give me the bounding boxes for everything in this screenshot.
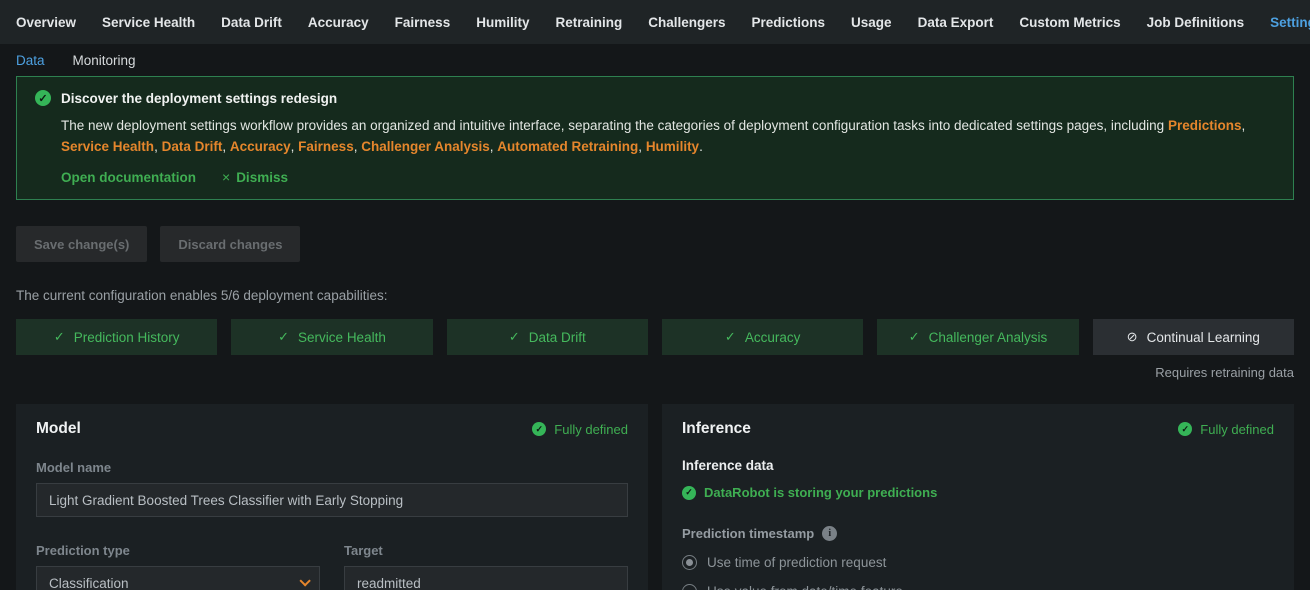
capability-chip-challenger-analysis: ✓ Challenger Analysis (877, 319, 1078, 355)
banner-link-service-health[interactable]: Service Health (61, 139, 154, 154)
model-status-badge: ✓ Fully defined (532, 422, 628, 437)
inference-card-title: Inference (682, 420, 751, 438)
inference-data-label: Inference data (682, 458, 1274, 473)
check-circle-icon: ✓ (532, 422, 546, 436)
storing-predictions-status: ✓ DataRobot is storing your predictions (682, 485, 937, 500)
inference-status-badge: ✓ Fully defined (1178, 422, 1274, 437)
prediction-type-value: Classification (49, 576, 129, 590)
tab-service-health[interactable]: Service Health (102, 15, 195, 30)
banner-link-data-drift[interactable]: Data Drift (162, 139, 223, 154)
model-name-input[interactable]: Light Gradient Boosted Trees Classifier … (36, 483, 628, 517)
target-label: Target (344, 543, 628, 558)
banner-link-fairness[interactable]: Fairness (298, 139, 354, 154)
check-circle-icon: ✓ (35, 90, 51, 106)
banner-actions: Open documentation × Dismiss (61, 169, 1275, 185)
open-documentation-link[interactable]: Open documentation (61, 170, 196, 185)
storing-predictions-label: DataRobot is storing your predictions (704, 485, 937, 500)
check-icon: ✓ (278, 329, 289, 345)
capability-chip-service-health: ✓ Service Health (231, 319, 432, 355)
prediction-type-label: Prediction type (36, 543, 320, 558)
radio-option-datetime-feature-label: Use value from date/time feature (707, 584, 903, 590)
tab-predictions[interactable]: Predictions (752, 15, 826, 30)
tab-data-export[interactable]: Data Export (918, 15, 994, 30)
dismiss-label: Dismiss (236, 170, 288, 185)
radio-unselected-icon[interactable] (682, 584, 697, 590)
prediction-timestamp-label: Prediction timestamp (682, 526, 814, 541)
check-icon: ✓ (909, 329, 920, 345)
model-card-title: Model (36, 420, 81, 438)
banner-link-challenger-analysis[interactable]: Challenger Analysis (361, 139, 490, 154)
model-status-label: Fully defined (554, 422, 628, 437)
capability-chip-accuracy: ✓ Accuracy (662, 319, 863, 355)
check-icon: ✓ (725, 329, 736, 345)
radio-option-datetime-feature[interactable]: Use value from date/time feature (682, 584, 1274, 590)
info-icon[interactable]: i (822, 526, 837, 541)
capability-chip-label: Continual Learning (1147, 330, 1260, 345)
banner-link-predictions[interactable]: Predictions (1168, 118, 1242, 133)
check-circle-icon: ✓ (1178, 422, 1192, 436)
action-buttons: Save change(s) Discard changes (16, 226, 1294, 262)
model-card: Model ✓ Fully defined Model name Light G… (16, 404, 648, 590)
subnav-tab-data[interactable]: Data (16, 53, 45, 68)
retraining-note: Requires retraining data (16, 365, 1294, 380)
capabilities-intro: The current configuration enables 5/6 de… (16, 288, 1294, 303)
tab-custom-metrics[interactable]: Custom Metrics (1019, 15, 1120, 30)
tab-fairness[interactable]: Fairness (395, 15, 451, 30)
banner-body: The new deployment settings workflow pro… (61, 115, 1271, 157)
model-name-label: Model name (36, 460, 628, 475)
settings-cards: Model ✓ Fully defined Model name Light G… (16, 404, 1294, 590)
radio-option-request-time[interactable]: Use time of prediction request (682, 555, 1274, 570)
capability-chip-continual-learning: ⊘ Continual Learning (1093, 319, 1294, 355)
check-circle-icon: ✓ (682, 486, 696, 500)
dismiss-link[interactable]: × Dismiss (222, 169, 288, 185)
capability-chip-label: Service Health (298, 330, 386, 345)
capability-chips: ✓ Prediction History ✓ Service Health ✓ Data … (16, 319, 1294, 355)
tab-challengers[interactable]: Challengers (648, 15, 725, 30)
subnav-tab-monitoring[interactable]: Monitoring (73, 53, 136, 68)
tab-humility[interactable]: Humility (476, 15, 529, 30)
discard-changes-button[interactable]: Discard changes (160, 226, 300, 262)
redesign-banner: ✓ Discover the deployment settings redes… (16, 76, 1294, 200)
prediction-type-select[interactable]: Classification (36, 566, 320, 590)
chevron-down-icon (299, 575, 310, 586)
tab-overview[interactable]: Overview (16, 15, 76, 30)
banner-title: Discover the deployment settings redesig… (61, 91, 337, 106)
capability-chip-data-drift: ✓ Data Drift (447, 319, 648, 355)
radio-selected-icon[interactable] (682, 555, 697, 570)
capability-chip-label: Data Drift (529, 330, 586, 345)
capability-chip-label: Challenger Analysis (929, 330, 1048, 345)
capability-chip-prediction-history: ✓ Prediction History (16, 319, 217, 355)
tab-retraining[interactable]: Retraining (555, 15, 622, 30)
close-icon: × (222, 169, 230, 185)
banner-link-humility[interactable]: Humility (646, 139, 699, 154)
top-nav: Overview Service Health Data Drift Accuracy… (0, 0, 1310, 44)
banner-link-accuracy[interactable]: Accuracy (230, 139, 291, 154)
no-entry-icon: ⊘ (1127, 329, 1138, 345)
check-icon: ✓ (509, 329, 520, 345)
tab-settings[interactable]: Settings (1270, 15, 1310, 30)
check-icon: ✓ (54, 329, 65, 345)
tab-usage[interactable]: Usage (851, 15, 892, 30)
inference-card: Inference ✓ Fully defined Inference data… (662, 404, 1294, 590)
tab-accuracy[interactable]: Accuracy (308, 15, 369, 30)
capability-chip-label: Prediction History (74, 330, 180, 345)
save-changes-button[interactable]: Save change(s) (16, 226, 147, 262)
banner-body-text: The new deployment settings workflow pro… (61, 118, 1164, 133)
capability-chip-label: Accuracy (745, 330, 801, 345)
target-input[interactable]: readmitted (344, 566, 628, 590)
tab-data-drift[interactable]: Data Drift (221, 15, 282, 30)
banner-link-automated-retraining[interactable]: Automated Retraining (497, 139, 638, 154)
radio-option-request-time-label: Use time of prediction request (707, 555, 886, 570)
tab-job-definitions[interactable]: Job Definitions (1147, 15, 1245, 30)
sub-nav: Data Monitoring (0, 44, 1310, 76)
inference-status-label: Fully defined (1200, 422, 1274, 437)
